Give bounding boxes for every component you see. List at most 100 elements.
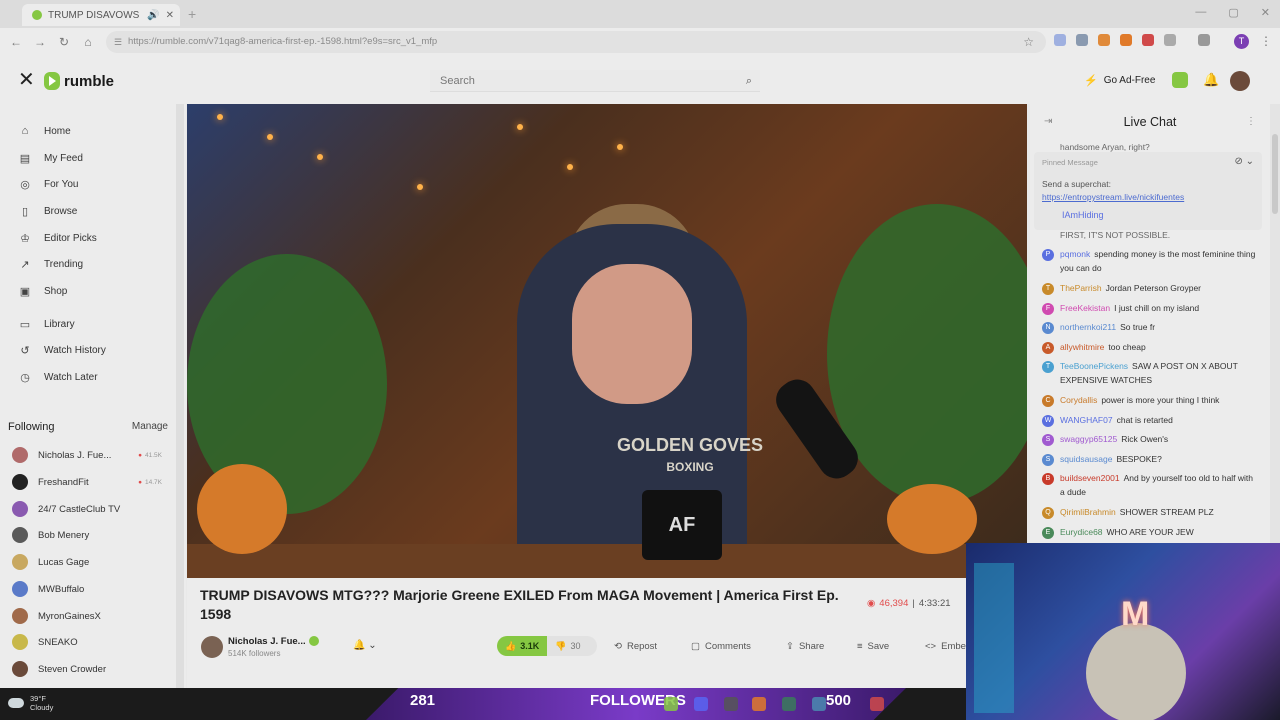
address-bar[interactable]: ☰ https://rumble.com/v71qag8-america-fir… xyxy=(106,31,1046,53)
chat-username[interactable]: pqmonk xyxy=(1060,249,1090,259)
chat-username[interactable]: QirimliBrahmin xyxy=(1060,507,1116,517)
taskbar-app-icon[interactable] xyxy=(782,697,796,711)
chat-username[interactable]: Eurydice68 xyxy=(1060,527,1103,537)
chat-username[interactable]: TeeBoonePickens xyxy=(1060,361,1128,371)
taskbar-app-icon[interactable] xyxy=(870,697,884,711)
channel-avatar[interactable] xyxy=(201,636,223,658)
media-icon[interactable] xyxy=(1198,34,1210,46)
weather-widget[interactable]: 39°F Cloudy xyxy=(8,694,53,712)
sidebar-item-shop[interactable]: ▣ Shop xyxy=(18,281,68,301)
dislike-button[interactable]: 👎 30 xyxy=(547,636,597,656)
taskbar-app-icon[interactable] xyxy=(724,697,738,711)
chat-scrollbar[interactable] xyxy=(1270,104,1280,544)
following-item[interactable]: Nicholas J. Fue... 41.5K xyxy=(12,445,162,465)
chat-username[interactable]: squidsausage xyxy=(1060,454,1112,464)
sidebar-item-home[interactable]: ⌂ Home xyxy=(18,121,71,141)
go-adfree-button[interactable]: ⚡ Go Ad-Free xyxy=(1084,74,1155,87)
taskbar-app-icon[interactable] xyxy=(664,697,678,711)
hide-pinned-icon[interactable]: ⊘ ⌄ xyxy=(1234,156,1254,167)
scrollbar-thumb[interactable] xyxy=(1272,134,1278,214)
search-icon[interactable]: ⌕ xyxy=(746,70,752,92)
following-item[interactable]: SNEAKO xyxy=(12,632,162,652)
following-item[interactable]: MWBuffalo xyxy=(12,579,162,599)
chat-text: WHO ARE YOUR JEW xyxy=(1106,526,1194,537)
extension-icon[interactable] xyxy=(1054,34,1066,46)
chat-username[interactable]: allywhitmire xyxy=(1060,342,1104,352)
url-text: https://rumble.com/v71qag8-america-first… xyxy=(128,36,438,47)
sidebar-item-my-feed[interactable]: ▤ My Feed xyxy=(18,148,83,168)
bookmark-star-icon[interactable]: ☆ xyxy=(1023,31,1034,53)
chat-message: Q QirimliBrahmin SHOWER STREAM PLZ xyxy=(1042,506,1258,520)
repost-button[interactable]: ⟲ Repost xyxy=(614,636,657,656)
extension-icon[interactable] xyxy=(1098,34,1110,46)
forward-icon[interactable]: → xyxy=(28,35,52,49)
chat-username[interactable]: WANGHAF07 xyxy=(1060,415,1113,425)
like-button[interactable]: 👍 3.1K xyxy=(497,636,548,656)
chat-username[interactable]: buildseven2001 xyxy=(1060,473,1120,483)
collapse-chat-icon[interactable]: ⇥ xyxy=(1044,104,1052,140)
back-icon[interactable]: ← xyxy=(4,35,28,49)
chat-options-icon[interactable]: ⋮ xyxy=(1246,104,1256,140)
close-menu-icon[interactable]: ✕ xyxy=(18,70,35,90)
clock-icon: ◷ xyxy=(20,371,30,384)
profile-icon[interactable]: T xyxy=(1234,34,1249,49)
chat-username[interactable]: Corydallis xyxy=(1060,395,1097,405)
sidebar-item-editor-picks[interactable]: ♔ Editor Picks xyxy=(18,228,97,248)
video-player[interactable]: GOLDEN GOVES BOXING AF xyxy=(187,104,1027,578)
chat-text: BESPOKE? xyxy=(1116,453,1162,464)
user-avatar[interactable] xyxy=(1230,71,1250,91)
save-button[interactable]: ≡ Save xyxy=(857,636,889,656)
notification-bell-icon[interactable]: 🔔 ⌄ xyxy=(353,640,377,651)
minimize-icon[interactable]: — xyxy=(1195,6,1206,19)
verified-icon xyxy=(309,636,319,646)
browser-tab[interactable]: TRUMP DISAVOWS MTG?? 🔊 ✕ xyxy=(22,4,180,26)
chat-username[interactable]: swaggyp65125 xyxy=(1060,434,1117,444)
home-icon[interactable]: ⌂ xyxy=(76,35,100,49)
taskbar-app-icon[interactable] xyxy=(752,697,766,711)
user-badge-icon: T xyxy=(1042,361,1054,373)
notification-bell-icon[interactable]: 🔔 xyxy=(1203,72,1219,88)
sidebar-scrollbar[interactable] xyxy=(176,104,184,688)
share-button[interactable]: ⇪ Share xyxy=(786,636,824,656)
sidebar-item-trending[interactable]: ↗ Trending xyxy=(18,254,83,274)
site-info-icon[interactable]: ☰ xyxy=(114,31,122,53)
superchat-link[interactable]: https://entropystream.live/nickifuentes xyxy=(1042,192,1184,202)
live-chat-panel: ⇥ Live Chat ⋮ handsome Aryan, right? Pin… xyxy=(1030,104,1270,544)
speaker-icon[interactable]: 🔊 xyxy=(147,10,159,21)
following-item[interactable]: Bob Menery xyxy=(12,525,162,545)
following-item[interactable]: 24/7 CastleClub TV xyxy=(12,499,162,519)
puzzle-icon[interactable] xyxy=(1164,34,1176,46)
sidebar-item-browse[interactable]: ▯ Browse xyxy=(18,201,77,221)
share-icon: ⇪ xyxy=(786,640,794,652)
chat-username[interactable]: TheParrish xyxy=(1060,283,1102,293)
reload-icon[interactable]: ↻ xyxy=(52,35,76,49)
upload-icon[interactable] xyxy=(1172,72,1188,88)
pinned-user[interactable]: IAmHiding xyxy=(1062,210,1104,220)
embed-button[interactable]: <> Embe xyxy=(925,636,966,656)
sidebar-item-library[interactable]: ▭ Library xyxy=(18,314,75,334)
comments-button[interactable]: ▢ Comments xyxy=(691,636,751,656)
metamask-icon[interactable] xyxy=(1120,34,1132,46)
following-item[interactable]: MyronGainesX xyxy=(12,606,162,626)
sidebar-item-watch-history[interactable]: ↺ Watch History xyxy=(18,340,105,360)
browser-menu-icon[interactable]: ⋮ xyxy=(1260,34,1272,48)
sidebar-item-watch-later[interactable]: ◷ Watch Later xyxy=(18,367,97,387)
extension-icon[interactable] xyxy=(1142,34,1154,46)
rumble-logo[interactable]: rumble xyxy=(44,72,114,90)
maximize-icon[interactable]: ▢ xyxy=(1228,6,1238,19)
following-item[interactable]: FreshandFit 14.7K xyxy=(12,472,162,492)
chat-username[interactable]: FreeKekistan xyxy=(1060,303,1110,313)
following-item[interactable]: Steven Crowder xyxy=(12,659,162,679)
chat-username[interactable]: northernkoi211 xyxy=(1060,322,1116,332)
following-item[interactable]: Lucas Gage xyxy=(12,552,162,572)
close-window-icon[interactable]: ✕ xyxy=(1261,6,1270,19)
taskbar-app-icon[interactable] xyxy=(812,697,826,711)
sidebar-item-for-you[interactable]: ◎ For You xyxy=(18,174,78,194)
new-tab-icon[interactable]: + xyxy=(188,6,196,22)
extension-icon[interactable] xyxy=(1076,34,1088,46)
close-tab-icon[interactable]: ✕ xyxy=(166,10,180,21)
discord-icon[interactable] xyxy=(694,697,708,711)
manage-link[interactable]: Manage xyxy=(132,421,168,433)
channel-name[interactable]: Nicholas J. Fue... xyxy=(228,636,306,647)
search-input[interactable]: Search ⌕ xyxy=(430,70,760,92)
